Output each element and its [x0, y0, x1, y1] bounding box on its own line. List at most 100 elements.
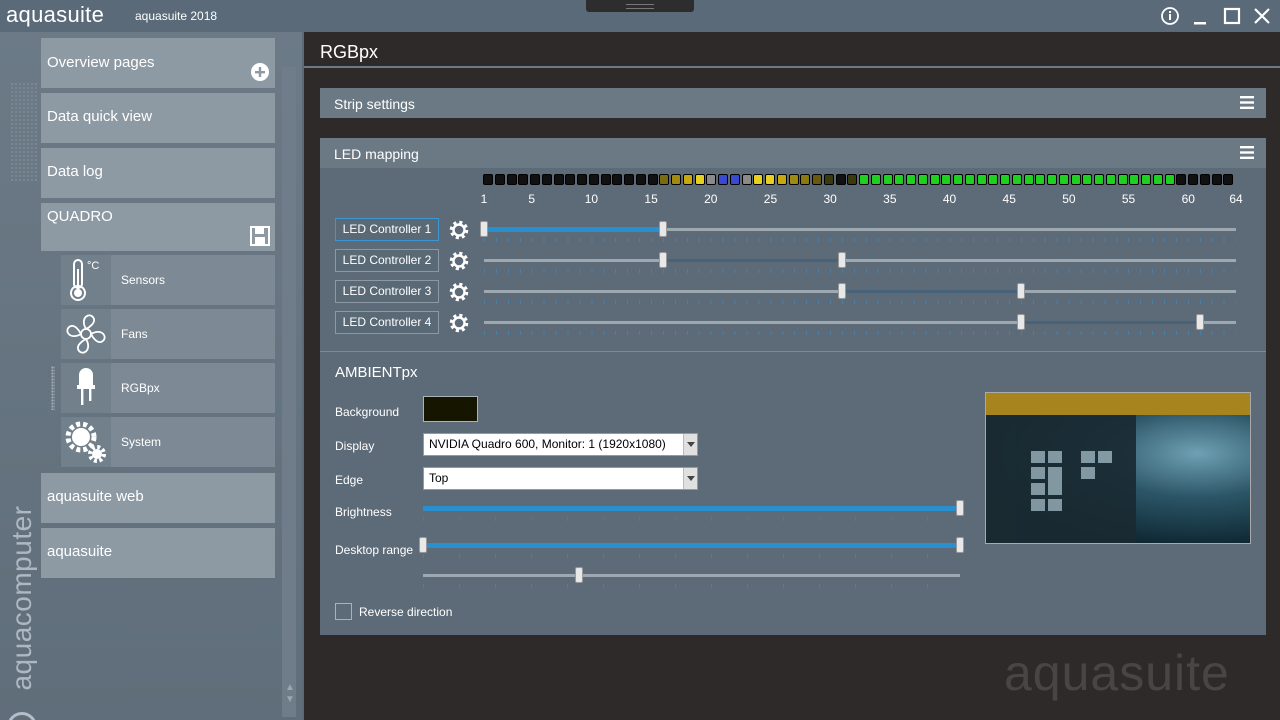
led-pixel [776, 174, 787, 185]
app-name: aquasuite [6, 2, 105, 27]
led-range-slider[interactable] [484, 314, 1236, 330]
subnav-sensors[interactable]: °C Sensors [61, 255, 275, 305]
led-pixel [823, 174, 834, 185]
slider-ticks [484, 269, 1236, 273]
slider-thumb[interactable] [1017, 283, 1026, 299]
display-label: Display [335, 439, 375, 453]
range-end-thumb[interactable] [956, 537, 964, 553]
display-select[interactable]: NVIDIA Quadro 600, Monitor: 1 (1920x1080… [423, 433, 698, 456]
slider-fill [842, 290, 1022, 293]
led-pixel [859, 174, 869, 185]
led-pixel [906, 174, 916, 185]
watermark: aquasuite [1004, 645, 1230, 701]
led-pixel [671, 174, 681, 185]
led-pixel [659, 174, 670, 185]
led-range-slider[interactable] [484, 252, 1236, 268]
led-mapping-panel: LED mapping 1 5 10 15 20 25 30 35 40 45 50 55 60 64 L… [320, 138, 1266, 635]
range-start-thumb[interactable] [419, 537, 427, 553]
panel-title: LED mapping [334, 146, 419, 162]
slider-thumb[interactable] [659, 252, 668, 268]
led-index-label: 15 [644, 192, 658, 206]
slider-ticks [484, 300, 1236, 304]
led-pixel [1011, 174, 1022, 185]
slider-ticks [484, 238, 1236, 242]
slider-ticks [423, 584, 960, 588]
edge-select[interactable]: Top [423, 467, 698, 490]
panel-header[interactable]: Strip settings [320, 88, 1266, 118]
led-pixel [530, 174, 540, 185]
slider-thumb[interactable] [838, 252, 847, 268]
led-controller-button[interactable]: LED Controller 1 [335, 218, 439, 241]
gear-icon[interactable] [448, 250, 470, 272]
desktop-range-slider[interactable] [419, 537, 964, 553]
led-index-label: 30 [823, 192, 837, 206]
gear-icon[interactable] [448, 312, 470, 334]
maximize-icon[interactable] [1220, 4, 1244, 28]
slider-fill [1021, 321, 1201, 324]
secondary-slider[interactable] [423, 567, 960, 583]
reverse-direction-checkbox[interactable] [335, 603, 352, 620]
panel-title: Strip settings [334, 96, 415, 112]
sidebar-scrollbar[interactable] [282, 67, 296, 717]
led-pixel [541, 174, 552, 185]
panel-header[interactable]: LED mapping [320, 138, 1266, 168]
led-pixel [800, 174, 811, 185]
slider-thumb[interactable] [1017, 314, 1026, 330]
subnav-rgbpx[interactable]: RGBpx [61, 363, 275, 413]
nav-aquasuite-web[interactable]: aquasuite web [41, 473, 275, 523]
led-pixel [483, 174, 493, 185]
minimize-icon[interactable] [1188, 4, 1212, 28]
led-pixel [577, 174, 587, 185]
led-pixel [1164, 174, 1175, 185]
led-index-label: 55 [1121, 192, 1136, 206]
nav-data-quick-view[interactable]: Data quick view [41, 93, 275, 143]
scroll-arrows-icon[interactable]: ▲ ▼ [284, 682, 296, 706]
nav-overview-pages[interactable]: Overview pages [41, 38, 275, 88]
slider-thumb[interactable] [1196, 314, 1205, 330]
led-pixel [518, 174, 529, 185]
led-controller-button[interactable]: LED Controller 4 [335, 311, 439, 334]
slider-thumb[interactable] [574, 567, 583, 583]
background-color-swatch[interactable] [423, 396, 478, 422]
plus-circle-icon[interactable] [250, 62, 270, 82]
info-icon[interactable] [1158, 4, 1182, 28]
led-controller-button[interactable]: LED Controller 3 [335, 280, 439, 303]
brand-logo-icon [7, 712, 37, 720]
gear-icon[interactable] [448, 281, 470, 303]
edge-value: Top [429, 471, 449, 485]
slider-fill [484, 227, 664, 232]
led-pixel [694, 174, 705, 185]
led-pixel [917, 174, 928, 185]
hamburger-menu-icon[interactable] [1240, 96, 1254, 109]
slider-thumb[interactable] [838, 283, 847, 299]
close-icon[interactable] [1250, 4, 1274, 28]
divider [304, 66, 1280, 68]
save-icon[interactable] [249, 225, 271, 247]
subnav-fans[interactable]: Fans [61, 309, 275, 359]
slider-thumb[interactable] [659, 221, 668, 237]
desktop-range-label: Desktop range [335, 543, 414, 557]
led-pixel [870, 174, 881, 185]
led-controller-button[interactable]: LED Controller 2 [335, 249, 439, 272]
slider-thumb[interactable] [956, 500, 964, 516]
brightness-slider[interactable] [423, 500, 964, 516]
led-pixel [753, 174, 764, 185]
drag-handle[interactable] [586, 0, 694, 12]
gear-icon[interactable] [448, 219, 470, 241]
slider-thumb[interactable] [480, 221, 488, 237]
led-range-slider[interactable] [484, 283, 1236, 299]
hamburger-menu-icon[interactable] [1240, 146, 1254, 159]
led-pixel [1188, 174, 1198, 185]
chevron-down-icon [683, 468, 697, 489]
subnav-label: System [121, 435, 162, 449]
brand-wordmark: aquacomputer [6, 505, 37, 691]
nav-quadro[interactable]: QUADRO [41, 203, 275, 251]
led-range-slider[interactable] [480, 221, 1236, 237]
nav-data-log[interactable]: Data log [41, 148, 275, 198]
led-pixel [1176, 174, 1187, 185]
subnav-system[interactable]: System [61, 417, 275, 467]
led-pixel [1117, 174, 1128, 185]
led-pixel [1000, 174, 1010, 185]
led-pixel [729, 174, 740, 185]
nav-aquasuite[interactable]: aquasuite [41, 528, 275, 578]
